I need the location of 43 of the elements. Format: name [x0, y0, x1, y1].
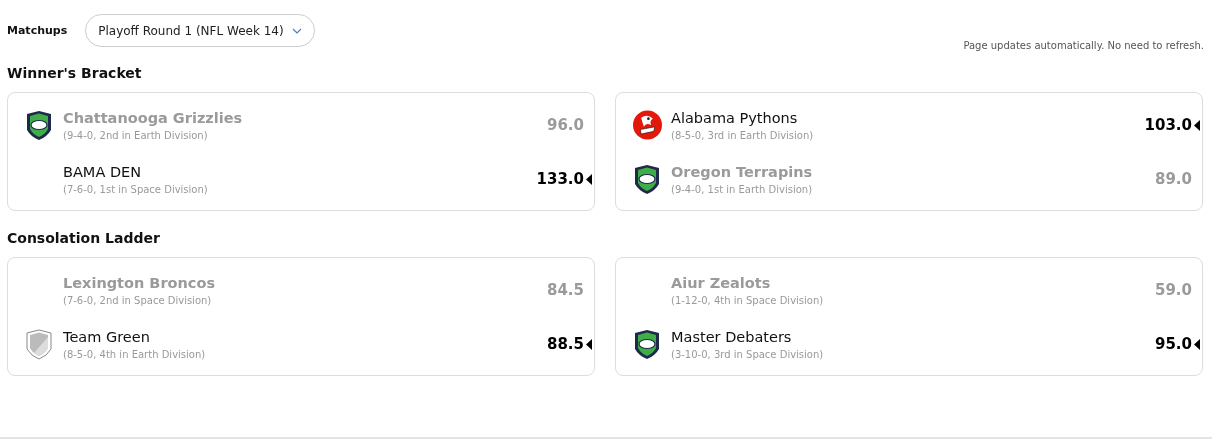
team-record: (7-6-0, 2nd in Space Division) — [63, 294, 213, 306]
team-score: 96.0 — [546, 116, 584, 134]
week-dropdown[interactable]: Playoff Round 1 (NFL Week 14) — [85, 14, 315, 47]
team-score: 103.0 — [1143, 116, 1192, 134]
team-name: BAMA DEN — [63, 163, 143, 180]
team-name: Oregon Terrapins — [671, 163, 813, 180]
team-score: 89.0 — [1154, 170, 1192, 188]
football-shield-icon — [633, 163, 661, 195]
section-heading: Winner's Bracket — [7, 64, 143, 82]
team-score: 88.5 — [546, 335, 584, 353]
team-record: (9-4-0, 1st in Earth Division) — [671, 183, 813, 195]
mascot-logo-icon — [633, 109, 662, 141]
matchup-card[interactable]: Chattanooga Grizzlies (9-4-0, 2nd in Earth Division) 96.0 BAMA DEN (7-6-0, 1st in Space Division) 133.0 — [7, 92, 595, 211]
matchup-card[interactable]: Alabama Pythons (8-5-0, 3rd in Earth Division) 103.0 Oregon Terrapins (9-4-0, 1st in Earth Division) 89.0 — [615, 92, 1203, 211]
team-record: (8-5-0, 4th in Earth Division) — [63, 348, 206, 360]
team-score: 133.0 — [535, 170, 584, 188]
chevron-down-icon — [291, 27, 302, 34]
section-heading: Consolation Ladder — [7, 229, 161, 247]
team-name: Lexington Broncos — [63, 274, 216, 291]
team-record: (3-10-0, 3rd in Space Division) — [671, 348, 824, 360]
auto-update-note: Page updates automatically. No need to refresh. — [963, 40, 1204, 51]
team-record: (7-6-0, 1st in Space Division) — [63, 183, 208, 195]
team-score: 95.0 — [1154, 335, 1192, 353]
football-shield-icon — [25, 109, 53, 141]
team-score: 59.0 — [1154, 281, 1192, 299]
team-record: (1-12-0, 4th in Space Division) — [671, 294, 824, 306]
team-score: 84.5 — [546, 281, 584, 299]
team-record: (8-5-0, 3rd in Earth Division) — [671, 129, 814, 141]
winner-marker-icon — [1194, 119, 1200, 131]
team-name: Team Green — [63, 328, 151, 345]
team-name: Chattanooga Grizzlies — [63, 109, 243, 126]
team-name: Master Debaters — [671, 328, 793, 345]
shield-icon — [25, 328, 53, 360]
football-shield-icon — [633, 328, 661, 360]
winner-marker-icon — [586, 338, 592, 350]
winner-marker-icon — [1194, 338, 1200, 350]
winner-marker-icon — [586, 173, 592, 185]
team-record: (9-4-0, 2nd in Earth Division) — [63, 129, 209, 141]
team-name: Aiur Zealots — [671, 274, 772, 291]
team-name: Alabama Pythons — [671, 109, 799, 126]
matchup-card[interactable]: Lexington Broncos (7-6-0, 2nd in Space Division) 84.5 Team Green (8-5-0, 4th in Earth Division) 88.5 — [7, 257, 595, 376]
matchups-label: Matchups — [7, 24, 68, 37]
matchup-card[interactable]: Aiur Zealots (1-12-0, 4th in Space Division) 59.0 Master Debaters (3-10-0, 3rd in Space Division) 95.0 — [615, 257, 1203, 376]
